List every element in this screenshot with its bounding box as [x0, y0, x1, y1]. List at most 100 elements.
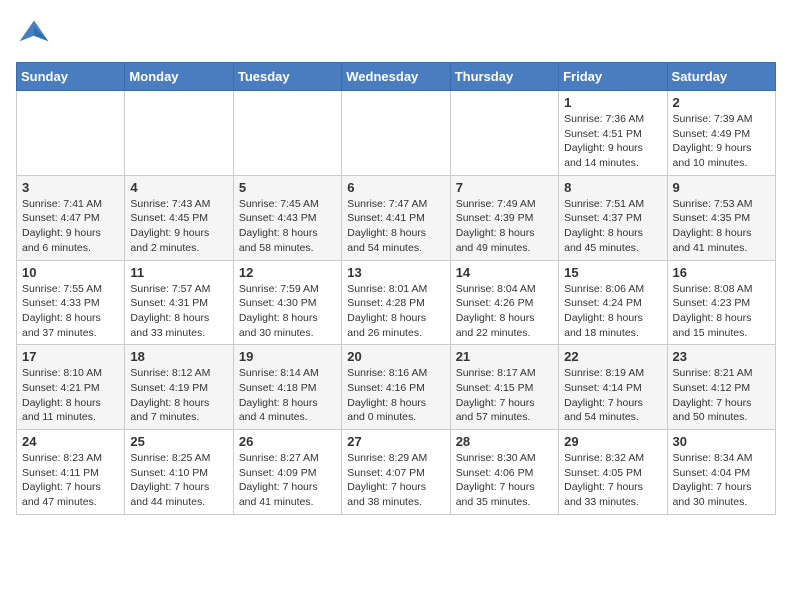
calendar-cell: [342, 91, 450, 176]
calendar-cell: 15 Sunrise: 8:06 AM Sunset: 4:24 PM Dayli…: [559, 260, 667, 345]
day-number: 25: [130, 434, 227, 449]
calendar-cell: 7 Sunrise: 7:49 AM Sunset: 4:39 PM Daylig…: [450, 175, 558, 260]
calendar-week-2: 10 Sunrise: 7:55 AM Sunset: 4:33 PM Dayli…: [17, 260, 776, 345]
day-number: 6: [347, 180, 444, 195]
day-number: 29: [564, 434, 661, 449]
day-info: Sunrise: 7:53 AM Sunset: 4:35 PM Dayligh…: [673, 197, 770, 256]
day-number: 17: [22, 349, 119, 364]
calendar-table: SundayMondayTuesdayWednesdayThursdayFrid…: [16, 62, 776, 515]
day-info: Sunrise: 7:41 AM Sunset: 4:47 PM Dayligh…: [22, 197, 119, 256]
day-info: Sunrise: 7:51 AM Sunset: 4:37 PM Dayligh…: [564, 197, 661, 256]
calendar-body: 1 Sunrise: 7:36 AM Sunset: 4:51 PM Daylig…: [17, 91, 776, 515]
day-info: Sunrise: 7:45 AM Sunset: 4:43 PM Dayligh…: [239, 197, 336, 256]
day-info: Sunrise: 7:36 AM Sunset: 4:51 PM Dayligh…: [564, 112, 661, 171]
calendar-cell: 12 Sunrise: 7:59 AM Sunset: 4:30 PM Dayli…: [233, 260, 341, 345]
calendar-cell: 19 Sunrise: 8:14 AM Sunset: 4:18 PM Dayli…: [233, 345, 341, 430]
calendar-cell: [17, 91, 125, 176]
calendar-cell: 29Sunrise: 8:32 AM Sunset: 4:05 PM Dayli…: [559, 430, 667, 515]
day-number: 23: [673, 349, 770, 364]
calendar-week-1: 3Sunrise: 7:41 AM Sunset: 4:47 PM Daylig…: [17, 175, 776, 260]
calendar-cell: 3Sunrise: 7:41 AM Sunset: 4:47 PM Daylig…: [17, 175, 125, 260]
day-number: 8: [564, 180, 661, 195]
day-number: 22: [564, 349, 661, 364]
calendar-cell: 30Sunrise: 8:34 AM Sunset: 4:04 PM Dayli…: [667, 430, 775, 515]
day-number: 13: [347, 265, 444, 280]
day-number: 28: [456, 434, 553, 449]
logo-icon: [16, 16, 52, 52]
day-info: Sunrise: 8:16 AM Sunset: 4:16 PM Dayligh…: [347, 366, 444, 425]
day-info: Sunrise: 8:12 AM Sunset: 4:19 PM Dayligh…: [130, 366, 227, 425]
calendar-cell: 5 Sunrise: 7:45 AM Sunset: 4:43 PM Daylig…: [233, 175, 341, 260]
calendar-cell: 18 Sunrise: 8:12 AM Sunset: 4:19 PM Dayli…: [125, 345, 233, 430]
day-info: Sunrise: 7:55 AM Sunset: 4:33 PM Dayligh…: [22, 282, 119, 341]
weekday-tuesday: Tuesday: [233, 63, 341, 91]
weekday-wednesday: Wednesday: [342, 63, 450, 91]
day-number: 27: [347, 434, 444, 449]
calendar-cell: 16 Sunrise: 8:08 AM Sunset: 4:23 PM Dayli…: [667, 260, 775, 345]
weekday-monday: Monday: [125, 63, 233, 91]
day-info: Sunrise: 8:29 AM Sunset: 4:07 PM Dayligh…: [347, 451, 444, 510]
day-info: Sunrise: 8:21 AM Sunset: 4:12 PM Dayligh…: [673, 366, 770, 425]
day-number: 1: [564, 95, 661, 110]
day-number: 16: [673, 265, 770, 280]
day-number: 21: [456, 349, 553, 364]
day-info: Sunrise: 7:43 AM Sunset: 4:45 PM Dayligh…: [130, 197, 227, 256]
day-number: 15: [564, 265, 661, 280]
calendar-cell: 4 Sunrise: 7:43 AM Sunset: 4:45 PM Daylig…: [125, 175, 233, 260]
day-number: 4: [130, 180, 227, 195]
calendar-week-4: 24 Sunrise: 8:23 AM Sunset: 4:11 PM Dayli…: [17, 430, 776, 515]
day-number: 5: [239, 180, 336, 195]
calendar-week-0: 1 Sunrise: 7:36 AM Sunset: 4:51 PM Daylig…: [17, 91, 776, 176]
day-number: 24: [22, 434, 119, 449]
day-info: Sunrise: 7:47 AM Sunset: 4:41 PM Dayligh…: [347, 197, 444, 256]
calendar-cell: 23 Sunrise: 8:21 AM Sunset: 4:12 PM Dayli…: [667, 345, 775, 430]
calendar-cell: 20 Sunrise: 8:16 AM Sunset: 4:16 PM Dayli…: [342, 345, 450, 430]
day-number: 14: [456, 265, 553, 280]
day-info: Sunrise: 8:34 AM Sunset: 4:04 PM Dayligh…: [673, 451, 770, 510]
day-number: 20: [347, 349, 444, 364]
calendar-week-3: 17Sunrise: 8:10 AM Sunset: 4:21 PM Dayli…: [17, 345, 776, 430]
day-info: Sunrise: 7:39 AM Sunset: 4:49 PM Dayligh…: [673, 112, 770, 171]
day-info: Sunrise: 8:01 AM Sunset: 4:28 PM Dayligh…: [347, 282, 444, 341]
day-number: 18: [130, 349, 227, 364]
calendar-cell: [450, 91, 558, 176]
day-info: Sunrise: 7:59 AM Sunset: 4:30 PM Dayligh…: [239, 282, 336, 341]
weekday-header-row: SundayMondayTuesdayWednesdayThursdayFrid…: [17, 63, 776, 91]
day-info: Sunrise: 8:30 AM Sunset: 4:06 PM Dayligh…: [456, 451, 553, 510]
weekday-saturday: Saturday: [667, 63, 775, 91]
calendar-cell: 2Sunrise: 7:39 AM Sunset: 4:49 PM Daylig…: [667, 91, 775, 176]
day-info: Sunrise: 8:23 AM Sunset: 4:11 PM Dayligh…: [22, 451, 119, 510]
day-number: 7: [456, 180, 553, 195]
day-info: Sunrise: 7:49 AM Sunset: 4:39 PM Dayligh…: [456, 197, 553, 256]
weekday-thursday: Thursday: [450, 63, 558, 91]
calendar-cell: 1 Sunrise: 7:36 AM Sunset: 4:51 PM Daylig…: [559, 91, 667, 176]
day-info: Sunrise: 8:04 AM Sunset: 4:26 PM Dayligh…: [456, 282, 553, 341]
calendar-cell: 27 Sunrise: 8:29 AM Sunset: 4:07 PM Dayli…: [342, 430, 450, 515]
weekday-sunday: Sunday: [17, 63, 125, 91]
calendar-cell: [125, 91, 233, 176]
calendar-cell: 13 Sunrise: 8:01 AM Sunset: 4:28 PM Dayli…: [342, 260, 450, 345]
calendar-cell: [233, 91, 341, 176]
calendar-cell: 14 Sunrise: 8:04 AM Sunset: 4:26 PM Dayli…: [450, 260, 558, 345]
calendar-cell: 11Sunrise: 7:57 AM Sunset: 4:31 PM Dayli…: [125, 260, 233, 345]
day-number: 10: [22, 265, 119, 280]
calendar-cell: 9Sunrise: 7:53 AM Sunset: 4:35 PM Daylig…: [667, 175, 775, 260]
calendar-cell: 24 Sunrise: 8:23 AM Sunset: 4:11 PM Dayli…: [17, 430, 125, 515]
day-info: Sunrise: 8:14 AM Sunset: 4:18 PM Dayligh…: [239, 366, 336, 425]
day-info: Sunrise: 8:06 AM Sunset: 4:24 PM Dayligh…: [564, 282, 661, 341]
day-number: 19: [239, 349, 336, 364]
day-number: 26: [239, 434, 336, 449]
day-info: Sunrise: 8:25 AM Sunset: 4:10 PM Dayligh…: [130, 451, 227, 510]
calendar-header: SundayMondayTuesdayWednesdayThursdayFrid…: [17, 63, 776, 91]
calendar-cell: 8 Sunrise: 7:51 AM Sunset: 4:37 PM Daylig…: [559, 175, 667, 260]
day-info: Sunrise: 8:19 AM Sunset: 4:14 PM Dayligh…: [564, 366, 661, 425]
day-info: Sunrise: 8:27 AM Sunset: 4:09 PM Dayligh…: [239, 451, 336, 510]
day-number: 12: [239, 265, 336, 280]
day-info: Sunrise: 8:17 AM Sunset: 4:15 PM Dayligh…: [456, 366, 553, 425]
day-info: Sunrise: 8:08 AM Sunset: 4:23 PM Dayligh…: [673, 282, 770, 341]
calendar-cell: 21 Sunrise: 8:17 AM Sunset: 4:15 PM Dayli…: [450, 345, 558, 430]
calendar-cell: 17Sunrise: 8:10 AM Sunset: 4:21 PM Dayli…: [17, 345, 125, 430]
day-number: 11: [130, 265, 227, 280]
calendar-cell: 25 Sunrise: 8:25 AM Sunset: 4:10 PM Dayli…: [125, 430, 233, 515]
page-header: [16, 16, 776, 52]
